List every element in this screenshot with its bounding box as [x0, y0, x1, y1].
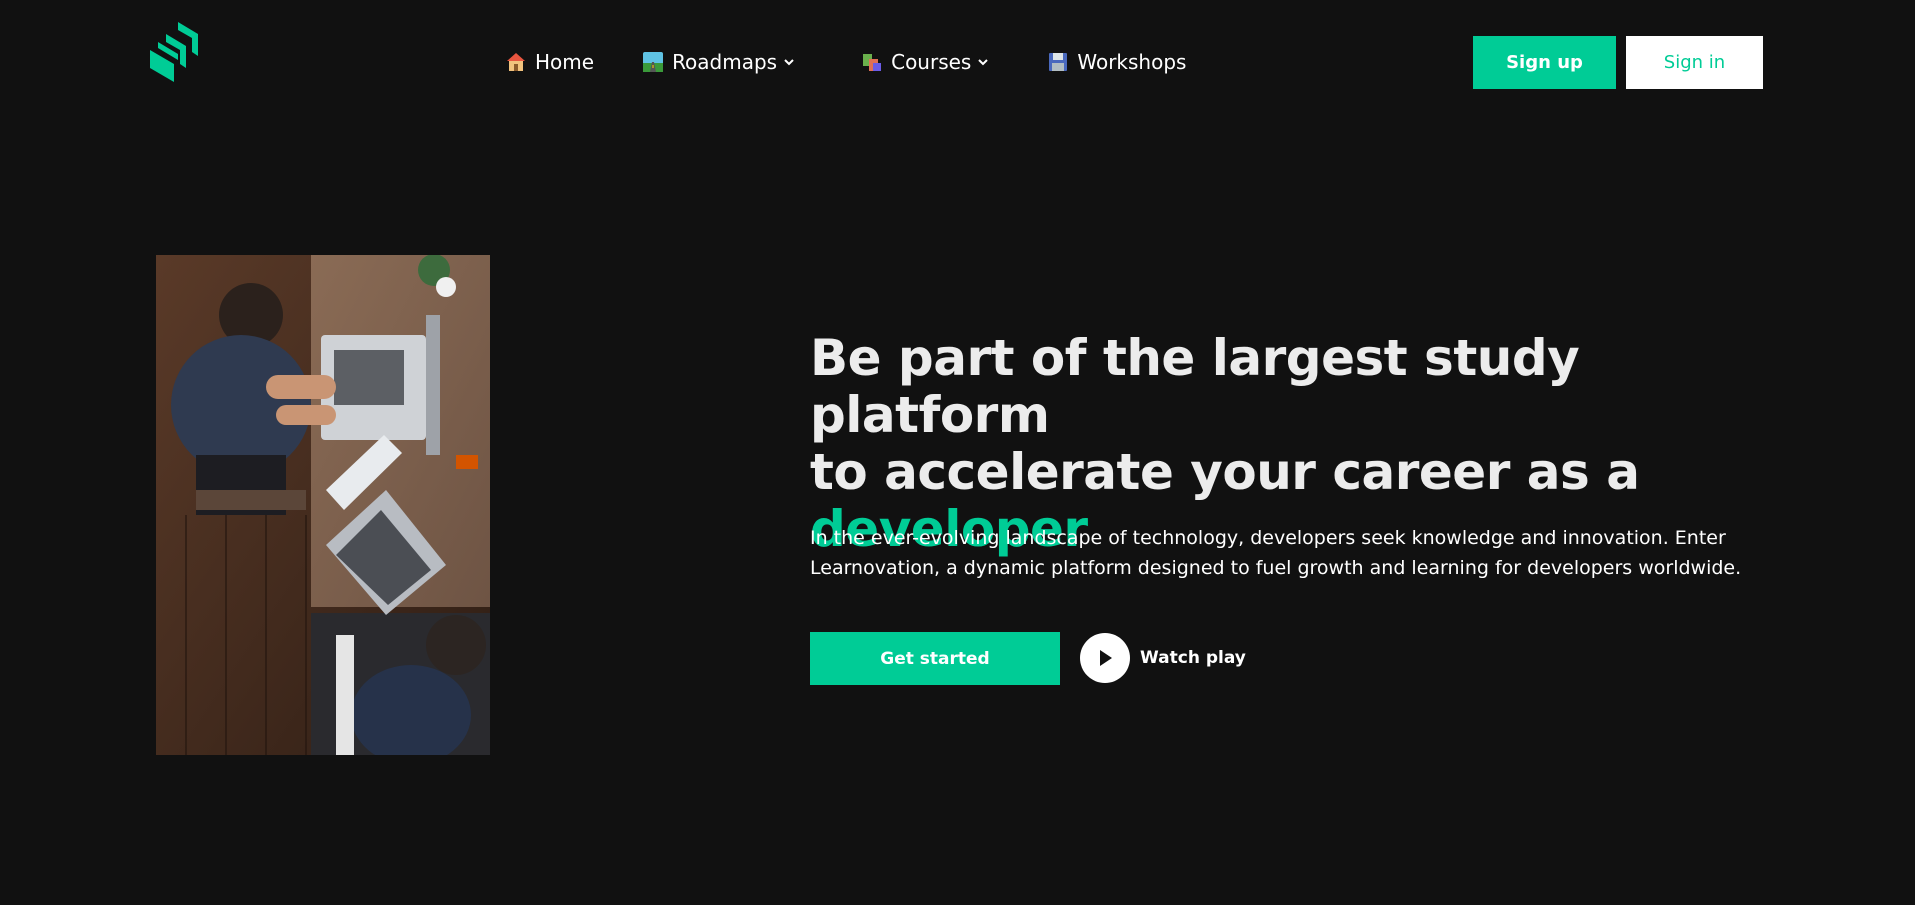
hero-description: In the ever-evolving landscape of techno… [810, 527, 1742, 579]
play-icon[interactable] [1080, 633, 1130, 683]
nav-roadmaps[interactable]: Roadmaps [642, 50, 795, 74]
watch-play-label[interactable]: Watch play [1140, 648, 1246, 668]
signin-button[interactable]: Sign in [1626, 36, 1763, 89]
hero-title-line1: Be part of the largest study platform [810, 329, 1580, 444]
road-icon [642, 51, 664, 73]
nav-courses-label: Courses [891, 50, 972, 74]
logo-icon[interactable] [148, 20, 200, 84]
nav-courses[interactable]: Courses [861, 50, 989, 74]
books-icon [861, 51, 883, 73]
nav-home-label: Home [535, 50, 595, 74]
nav-workshops-label: Workshops [1077, 50, 1187, 74]
watch-play-button[interactable]: Watch play [1080, 632, 1246, 684]
main-nav: Home Roadmaps Courses Workshops [505, 47, 1186, 77]
signup-button[interactable]: Sign up [1473, 36, 1616, 89]
chevron-down-icon [784, 59, 794, 66]
nav-roadmaps-label: Roadmaps [672, 50, 778, 74]
floppy-disk-icon [1047, 51, 1069, 73]
hero-title-line2: to accelerate your career as a [810, 443, 1640, 501]
get-started-button[interactable]: Get started [810, 632, 1060, 685]
hero-photo [156, 255, 490, 755]
house-icon [505, 51, 527, 73]
chevron-down-icon [978, 59, 989, 66]
nav-workshops[interactable]: Workshops [1047, 50, 1186, 74]
nav-home[interactable]: Home [505, 50, 594, 74]
landing-page: Home Roadmaps Courses Workshops Sign up … [0, 0, 1915, 905]
